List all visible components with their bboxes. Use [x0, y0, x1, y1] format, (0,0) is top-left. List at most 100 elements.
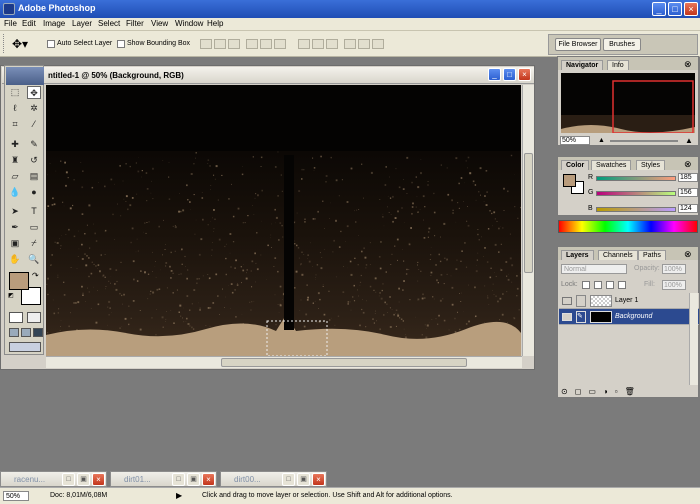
- lock-image-icon[interactable]: [594, 281, 602, 289]
- layers-scrollbar[interactable]: [689, 293, 698, 385]
- swap-colors-icon[interactable]: ↷: [32, 271, 39, 280]
- menu-window[interactable]: Window: [175, 19, 203, 28]
- status-zoom-field[interactable]: 50%: [3, 491, 29, 501]
- menu-layer[interactable]: Layer: [72, 19, 92, 28]
- menu-filter[interactable]: Filter: [126, 19, 144, 28]
- blend-mode-select[interactable]: Normal: [561, 264, 627, 274]
- channel-r-value[interactable]: 185: [678, 173, 698, 182]
- photoshop-eye-logo[interactable]: [6, 67, 44, 85]
- navigator-zoom-slider[interactable]: [610, 140, 678, 142]
- brush-link-icon[interactable]: ✎: [576, 311, 586, 323]
- palette-close-icon[interactable]: ⊗: [684, 59, 692, 70]
- clone-stamp-icon[interactable]: ♜: [8, 154, 22, 167]
- eyedropper-tool-icon[interactable]: ⌿: [27, 237, 41, 250]
- tab-styles[interactable]: Styles: [636, 160, 666, 170]
- maximize-icon[interactable]: □: [668, 2, 682, 16]
- palette-close-icon[interactable]: ⊗: [684, 249, 692, 260]
- new-layer-icon[interactable]: ▫: [615, 387, 625, 396]
- dodge-tool-icon[interactable]: ●: [27, 186, 41, 199]
- menu-view[interactable]: View: [151, 19, 168, 28]
- zoom-in-icon[interactable]: ▲: [685, 136, 693, 145]
- move-tool-preset-icon[interactable]: ✥▾: [12, 37, 28, 51]
- distribute-bottom-icon[interactable]: [326, 39, 338, 49]
- path-selection-icon[interactable]: ➤: [8, 205, 22, 218]
- crop-tool-icon[interactable]: ⌗: [8, 118, 22, 131]
- standard-screen-icon[interactable]: [9, 328, 19, 337]
- align-left-icon[interactable]: [246, 39, 258, 49]
- tab-layers[interactable]: Layers: [561, 250, 594, 260]
- full-screen-icon[interactable]: [33, 328, 43, 337]
- doc-maximize-icon[interactable]: □: [503, 68, 516, 81]
- vertical-scroll-thumb[interactable]: [524, 153, 533, 273]
- distribute-hcenter-icon[interactable]: [358, 39, 370, 49]
- horizontal-scroll-thumb[interactable]: [221, 358, 467, 367]
- magic-wand-icon[interactable]: ✲: [27, 102, 41, 115]
- close-icon[interactable]: ×: [92, 473, 105, 486]
- layer-style-icon[interactable]: ⊙: [561, 387, 575, 396]
- tab-navigator[interactable]: Navigator: [561, 60, 604, 70]
- channel-g-value[interactable]: 156: [678, 188, 698, 197]
- restore-icon[interactable]: □: [62, 473, 75, 486]
- options-grip[interactable]: [3, 34, 5, 53]
- quick-mask-mode-icon[interactable]: [27, 312, 41, 323]
- brush-tool-icon[interactable]: ✎: [27, 138, 41, 151]
- color-ramp[interactable]: [558, 220, 698, 233]
- horizontal-scrollbar[interactable]: [46, 356, 522, 368]
- slice-tool-icon[interactable]: ⁄: [27, 118, 41, 131]
- align-top-icon[interactable]: [200, 39, 212, 49]
- delete-layer-icon[interactable]: 🗑: [625, 387, 642, 396]
- distribute-top-icon[interactable]: [298, 39, 310, 49]
- close-icon[interactable]: ×: [202, 473, 215, 486]
- channel-b-slider[interactable]: [596, 207, 676, 212]
- channel-g-slider[interactable]: [596, 191, 676, 196]
- palette-close-icon[interactable]: ⊗: [684, 159, 692, 170]
- align-bottom-icon[interactable]: [228, 39, 240, 49]
- menu-edit[interactable]: Edit: [22, 19, 36, 28]
- fill-field[interactable]: 100%: [662, 280, 686, 290]
- marquee-tool-icon[interactable]: ⬚: [8, 86, 22, 99]
- align-right-icon[interactable]: [274, 39, 286, 49]
- restore-icon[interactable]: □: [282, 473, 295, 486]
- gradient-tool-icon[interactable]: ▤: [27, 170, 41, 183]
- shape-tool-icon[interactable]: ▭: [27, 221, 41, 234]
- tab-swatches[interactable]: Swatches: [591, 160, 632, 170]
- align-vcenter-icon[interactable]: [214, 39, 226, 49]
- move-tool-icon[interactable]: ✥: [27, 86, 41, 99]
- distribute-vcenter-icon[interactable]: [312, 39, 324, 49]
- tab-info[interactable]: Info: [607, 60, 629, 70]
- doc-close-icon[interactable]: ×: [518, 68, 531, 81]
- opacity-field[interactable]: 100%: [662, 264, 686, 274]
- align-hcenter-icon[interactable]: [260, 39, 272, 49]
- distribute-left-icon[interactable]: [344, 39, 356, 49]
- menu-select[interactable]: Select: [98, 19, 120, 28]
- close-icon[interactable]: ×: [312, 473, 325, 486]
- maximize-icon[interactable]: ▣: [187, 473, 200, 486]
- zoom-tool-icon[interactable]: 🔍: [27, 253, 41, 266]
- tab-paths[interactable]: Paths: [638, 250, 666, 260]
- navigator-thumbnail[interactable]: [561, 73, 695, 134]
- channel-r-slider[interactable]: [596, 176, 676, 181]
- foreground-color-swatch[interactable]: [9, 272, 29, 290]
- file-browser-tab[interactable]: File Browser: [555, 38, 601, 51]
- lasso-tool-icon[interactable]: ℓ: [8, 102, 22, 115]
- healing-brush-icon[interactable]: ✚: [8, 138, 22, 151]
- layer-name[interactable]: Background: [615, 313, 652, 320]
- tab-channels[interactable]: Channels: [598, 250, 638, 260]
- jump-to-imageready-icon[interactable]: [9, 342, 41, 352]
- tab-color[interactable]: Color: [561, 160, 590, 170]
- adjustment-layer-icon[interactable]: ◑: [603, 387, 615, 396]
- layer-visibility-eye-icon[interactable]: [562, 313, 572, 321]
- full-screen-menu-icon[interactable]: [21, 328, 31, 337]
- distribute-right-icon[interactable]: [372, 39, 384, 49]
- lock-transparency-icon[interactable]: [582, 281, 590, 289]
- navigator-zoom-field[interactable]: 50%: [560, 136, 590, 145]
- layer-row[interactable]: Layer 1: [559, 293, 699, 309]
- menu-file[interactable]: File: [4, 19, 17, 28]
- default-colors-icon[interactable]: ◩: [8, 292, 14, 299]
- layer-name[interactable]: Layer 1: [615, 297, 638, 304]
- photoshop-app-icon[interactable]: [3, 3, 15, 15]
- maximize-icon[interactable]: ▣: [297, 473, 310, 486]
- hand-tool-icon[interactable]: ✋: [8, 253, 22, 266]
- standard-mode-icon[interactable]: [9, 312, 23, 323]
- doc-minimize-icon[interactable]: _: [488, 68, 501, 81]
